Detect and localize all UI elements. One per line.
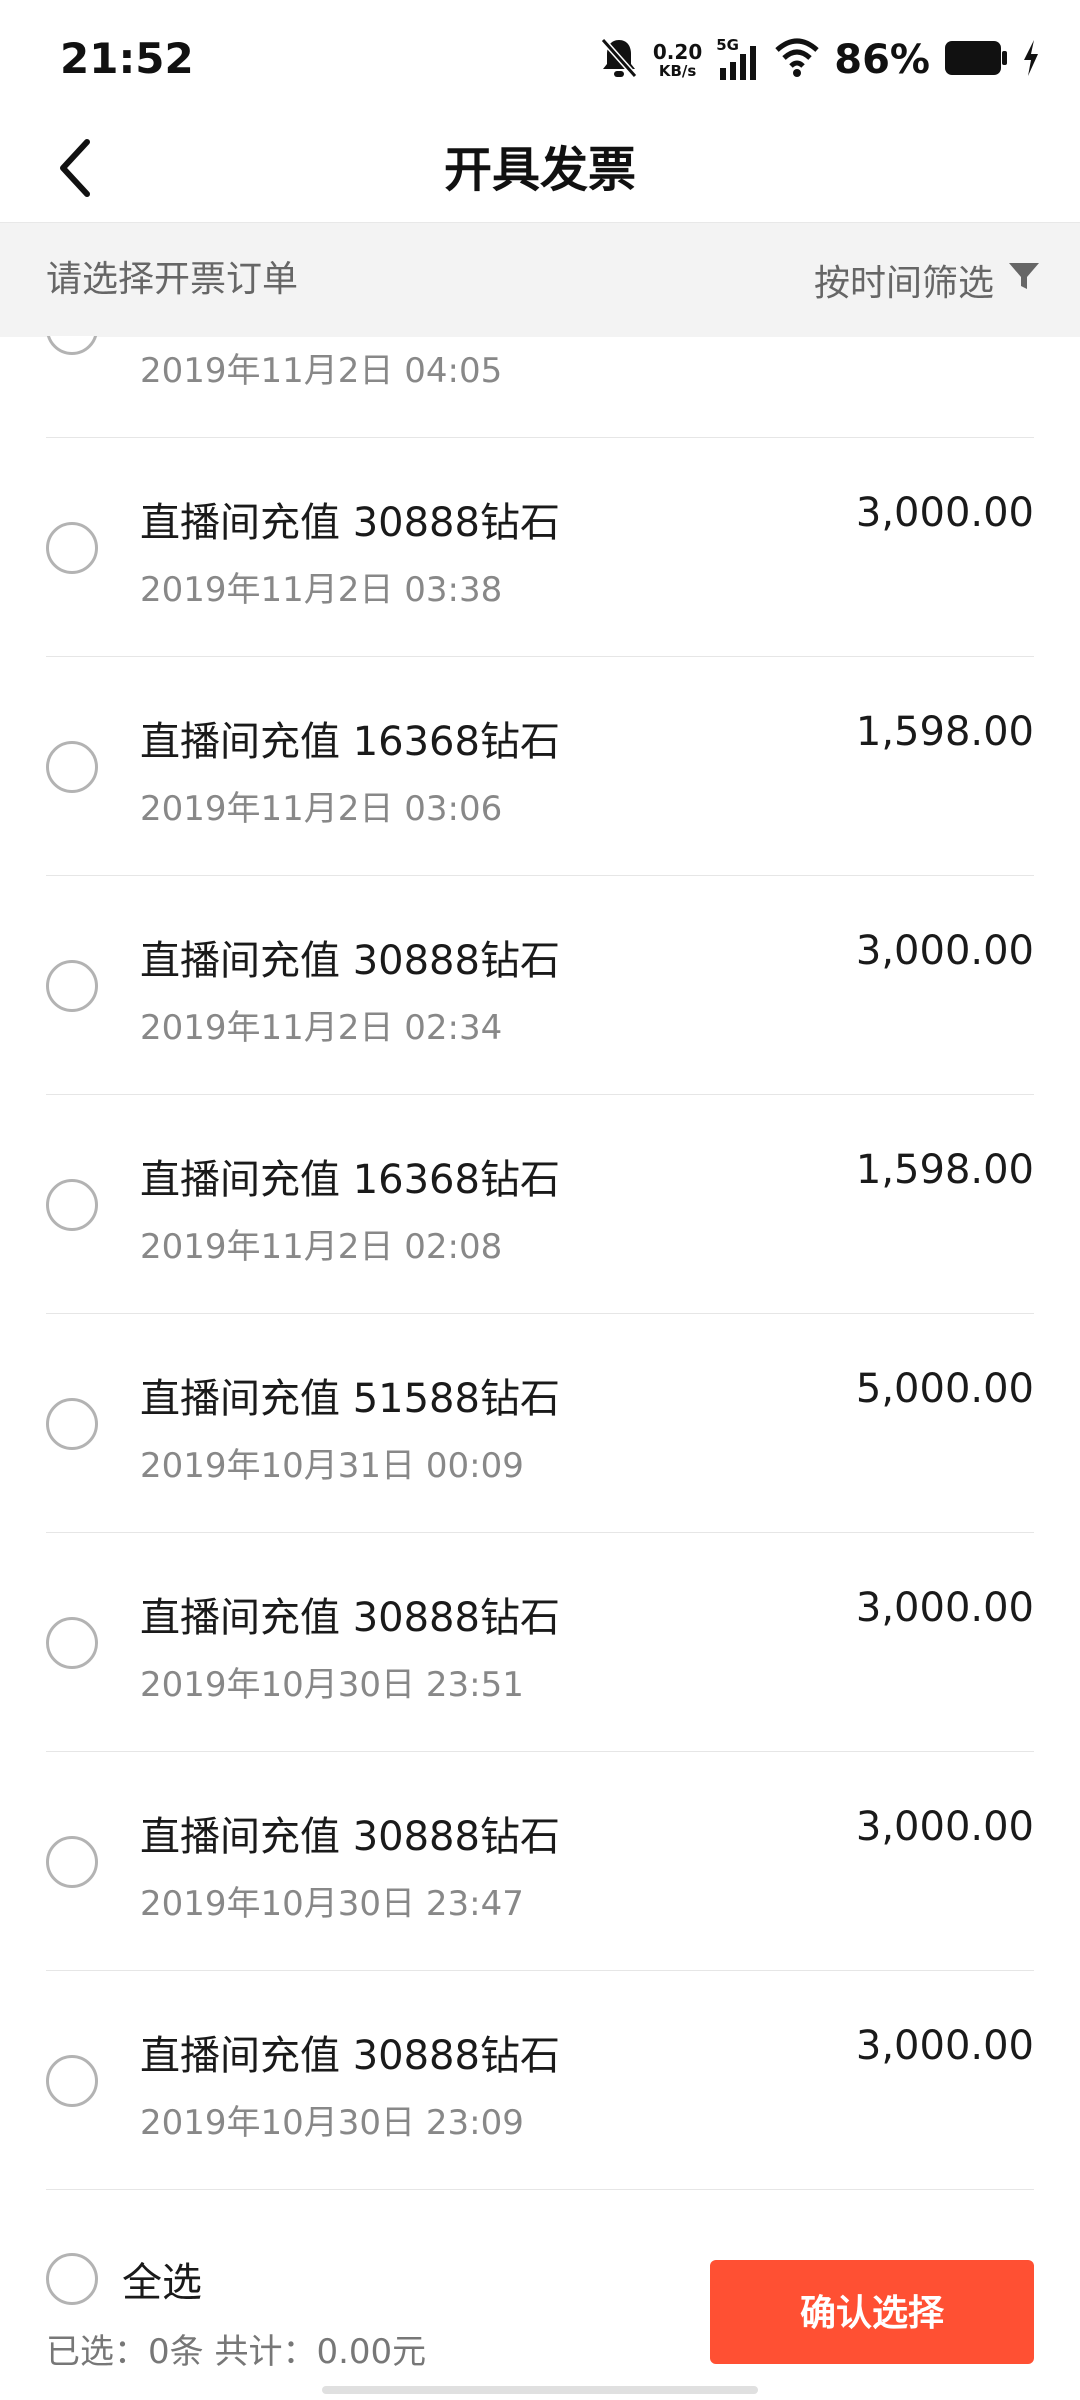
charging-icon — [1022, 40, 1040, 80]
order-item[interactable]: 直播间充值 16368钻石 2019年11月2日 02:08 1,598.00 — [46, 1095, 1034, 1314]
status-icons: 0.20 KB/s 5G 86% — [599, 36, 1040, 84]
order-list[interactable]: 2019年11月2日 04:05 直播间充值 30888钻石 2019年11月2… — [0, 336, 1080, 2198]
net-speed-value: 0.20 — [652, 39, 703, 64]
order-amount: 3,000.00 — [855, 1585, 1034, 1631]
bottom-action-bar: 全选 已选：0条 共计：0.00元 确认选择 — [0, 2198, 1080, 2400]
order-item[interactable]: 直播间充值 30888钻石 2019年10月30日 23:47 3,000.00 — [46, 1752, 1034, 1971]
time-filter-button[interactable]: 按时间筛选 — [814, 223, 1040, 337]
order-item[interactable]: 直播间充值 30888钻石 2019年11月2日 03:38 3,000.00 — [46, 438, 1034, 657]
order-checkbox[interactable] — [46, 1398, 98, 1450]
order-checkbox[interactable] — [46, 522, 98, 574]
status-time: 21:52 — [60, 34, 194, 83]
order-item[interactable]: 直播间充值 30888钻石 2019年10月30日 23:51 3,000.00 — [46, 1533, 1034, 1752]
order-amount: 3,000.00 — [855, 2023, 1034, 2069]
order-checkbox[interactable] — [46, 2055, 98, 2107]
order-title: 直播间充值 16368钻石 — [140, 719, 560, 765]
order-amount: 3,000.00 — [855, 1804, 1034, 1850]
order-time: 2019年10月30日 23:51 — [140, 1665, 524, 1705]
select-all-label: 全选 — [122, 2260, 202, 2306]
order-checkbox[interactable] — [46, 1836, 98, 1888]
order-checkbox[interactable] — [46, 1179, 98, 1231]
battery-icon — [944, 40, 1008, 80]
order-time: 2019年11月2日 04:05 — [140, 351, 503, 391]
order-checkbox[interactable] — [46, 741, 98, 793]
order-title: 直播间充值 30888钻石 — [140, 500, 560, 546]
net-speed-unit: KB/s — [658, 61, 697, 80]
order-checkbox[interactable] — [46, 1617, 98, 1669]
order-title: 直播间充值 30888钻石 — [140, 2033, 560, 2079]
order-time: 2019年11月2日 03:06 — [140, 789, 503, 829]
wifi-icon — [774, 38, 820, 82]
select-all-checkbox[interactable] — [46, 2253, 98, 2305]
order-title: 直播间充值 30888钻石 — [140, 1595, 560, 1641]
order-amount: 3,000.00 — [855, 490, 1034, 536]
order-checkbox[interactable] — [46, 960, 98, 1012]
order-time: 2019年11月2日 02:08 — [140, 1227, 503, 1267]
order-item[interactable]: 2019年11月2日 04:05 — [46, 336, 1034, 438]
home-indicator[interactable] — [322, 2386, 758, 2394]
order-time: 2019年11月2日 03:38 — [140, 570, 503, 610]
status-bar: 21:52 0.20 KB/s 5G 86% — [0, 0, 1080, 120]
order-title: 直播间充值 51588钻石 — [140, 1376, 560, 1422]
order-time: 2019年10月30日 23:47 — [140, 1884, 524, 1924]
select-all[interactable]: 全选 — [46, 2250, 202, 2308]
order-item[interactable]: 直播间充值 16368钻石 2019年11月2日 03:06 1,598.00 — [46, 657, 1034, 876]
battery-percent: 86% — [834, 37, 930, 83]
confirm-selection-button[interactable]: 确认选择 — [710, 2260, 1034, 2364]
bell-muted-icon — [599, 36, 639, 84]
selection-summary: 已选：0条 共计：0.00元 — [46, 2332, 427, 2372]
order-checkbox[interactable] — [46, 336, 98, 355]
order-title: 直播间充值 30888钻石 — [140, 938, 560, 984]
order-amount: 1,598.00 — [855, 709, 1034, 755]
order-amount: 5,000.00 — [855, 1366, 1034, 1412]
filter-label: 请选择开票订单 — [46, 259, 299, 300]
signal-icon: 5G — [716, 36, 760, 82]
order-amount: 1,598.00 — [855, 1147, 1034, 1193]
funnel-icon — [1008, 260, 1040, 301]
order-item[interactable]: 直播间充值 30888钻石 2019年10月30日 23:09 3,000.00 — [46, 1971, 1034, 2190]
order-time: 2019年11月2日 02:34 — [140, 1008, 503, 1048]
filter-bar: 请选择开票订单 按时间筛选 — [0, 222, 1080, 337]
order-list-content: 2019年11月2日 04:05 直播间充值 30888钻石 2019年11月2… — [0, 336, 1080, 2190]
order-item[interactable]: 直播间充值 30888钻石 2019年11月2日 02:34 3,000.00 — [46, 876, 1034, 1095]
time-filter-label: 按时间筛选 — [813, 263, 994, 304]
order-amount: 3,000.00 — [855, 928, 1034, 974]
order-item[interactable]: 直播间充值 51588钻石 2019年10月31日 00:09 5,000.00 — [46, 1314, 1034, 1533]
order-time: 2019年10月30日 23:09 — [140, 2103, 524, 2143]
order-time: 2019年10月31日 00:09 — [140, 1446, 524, 1486]
invoice-page: 21:52 0.20 KB/s 5G 86% 开具发票 请选择开票订单 按时间筛… — [0, 0, 1080, 2400]
page-title: 开具发票 — [443, 142, 636, 198]
app-header: 开具发票 — [0, 120, 1080, 220]
net-speed: 0.20 KB/s — [653, 42, 702, 79]
order-title: 直播间充值 30888钻石 — [140, 1814, 560, 1860]
order-title: 直播间充值 16368钻石 — [140, 1157, 560, 1203]
